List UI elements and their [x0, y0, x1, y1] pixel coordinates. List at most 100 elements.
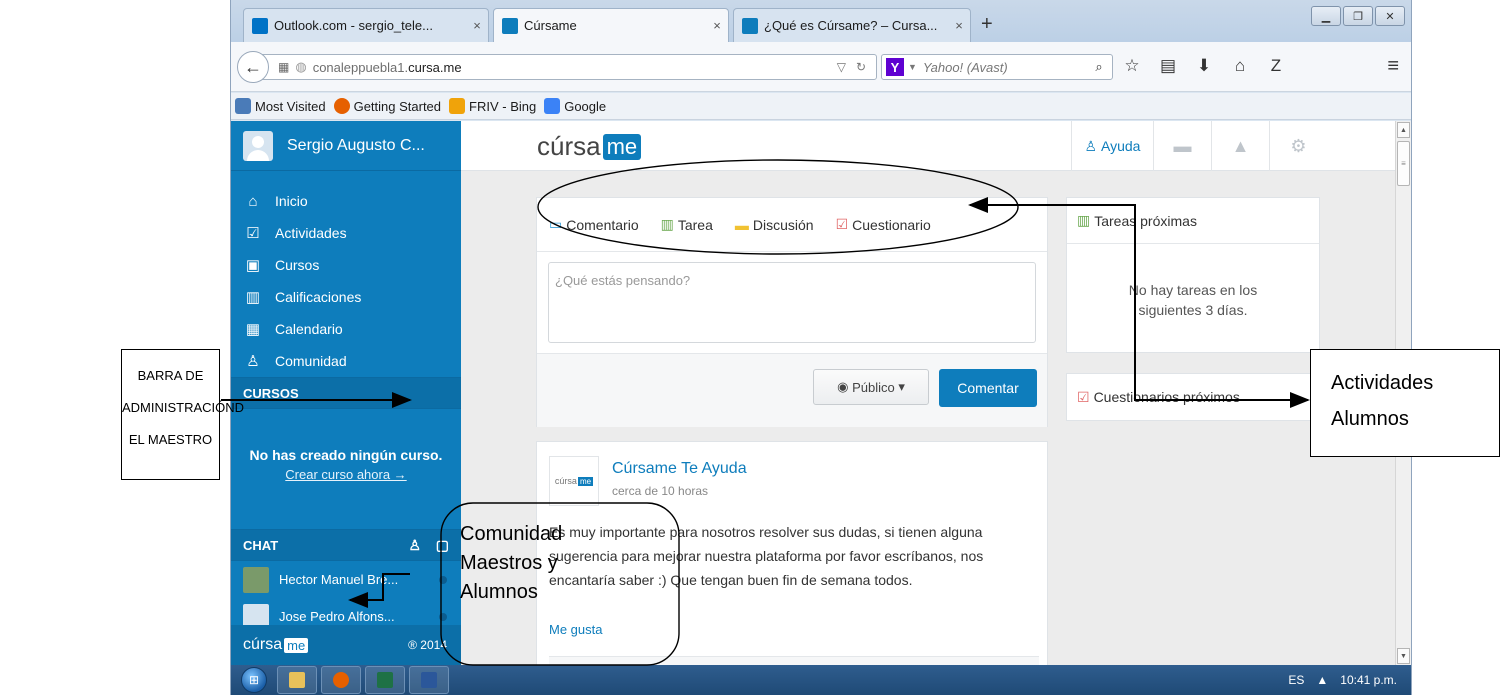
bookmark-star-icon[interactable]: ☆	[1121, 56, 1143, 76]
google-icon	[544, 98, 561, 114]
messages-icon[interactable]: ▬	[1153, 121, 1211, 171]
taskbar: ⊞ ES ▲ 10:41 p.m.	[231, 665, 1411, 695]
reload-icon[interactable]: ↻	[856, 60, 866, 74]
logo-text: cúrsa	[554, 476, 577, 486]
tab-bar: Outlook.com - sergio_tele... × Cúrsame ×…	[231, 0, 1411, 42]
sidebar-user[interactable]: Sergio Augusto C...	[231, 121, 461, 171]
sidebar-item-actividades[interactable]: ☑ Actividades	[231, 217, 461, 249]
visibility-dropdown[interactable]: ◉ Público ▾	[813, 369, 929, 405]
cursos-header: CURSOS	[231, 377, 461, 409]
scroll-up-icon[interactable]: ▲	[1397, 122, 1410, 138]
restore-icon[interactable]: ❐	[1343, 6, 1373, 26]
close-tab-icon[interactable]: ×	[948, 18, 970, 33]
clock[interactable]: 10:41 p.m.	[1340, 673, 1397, 687]
chevron-down-icon[interactable]: ▼	[908, 62, 917, 72]
close-tab-icon[interactable]: ×	[466, 18, 488, 33]
download-icon[interactable]: ⬇	[1193, 56, 1215, 76]
menu-icon[interactable]: ≡	[1387, 55, 1399, 78]
dropdown-icon[interactable]: ▽	[837, 60, 846, 74]
status-dot	[439, 612, 447, 621]
close-window-icon[interactable]: ✕	[1375, 6, 1405, 26]
bookmarks-bar: Most Visited Getting Started FRIV - Bing…	[231, 93, 1411, 120]
logo-text: cúrsa	[243, 636, 283, 653]
yahoo-icon: Y	[886, 58, 904, 76]
sidebar-item-calificaciones[interactable]: ▥ Calificaciones	[231, 281, 461, 313]
chat-item[interactable]: Hector Manuel Bre...	[231, 561, 461, 598]
taskbar-excel[interactable]	[365, 666, 405, 694]
gear-icon[interactable]: ⚙	[1269, 121, 1327, 171]
post-author[interactable]: Cúrsame Te Ayuda	[612, 460, 747, 478]
zotero-icon[interactable]: Z	[1265, 56, 1287, 76]
close-tab-icon[interactable]: ×	[706, 18, 728, 33]
sidebar-item-label: Comunidad	[275, 353, 347, 369]
back-button[interactable]: ←	[237, 51, 269, 83]
cursame-logo[interactable]: cúrsa me	[537, 131, 642, 162]
post-textarea[interactable]: ¿Qué estás pensando?	[548, 262, 1036, 343]
url-bar[interactable]: ▦ ◍ conaleppuebla1.cursa.me ▽ ↻	[257, 54, 877, 80]
toolbar-icons: ☆ ▤ ⬇ ⌂ Z	[1121, 56, 1287, 76]
logo-me: me	[602, 133, 642, 160]
search-icon[interactable]: ⌕	[1086, 59, 1112, 75]
bookmark-most-visited[interactable]: Most Visited	[235, 98, 326, 114]
bookmark-friv-bing[interactable]: FRIV - Bing	[449, 98, 536, 114]
excel-icon	[377, 672, 393, 688]
composer-tabs: ▭ Comentario ▥ Tarea ▬ Discusión ☑ Cuestiona…	[537, 198, 1047, 252]
chat-name: Hector Manuel Bre...	[279, 572, 399, 587]
cuestionarios-header: ☑ Cuestionarios próximos	[1067, 374, 1319, 420]
tab-tarea[interactable]: ▥ Tarea	[661, 216, 713, 233]
tab-que-es-cursame[interactable]: ¿Qué es Cúrsame? – Cursa... ×	[733, 8, 971, 42]
search-bar[interactable]: Y ▼ Yahoo! (Avast) ⌕	[881, 54, 1113, 80]
grid-icon[interactable]: ▦	[278, 60, 289, 74]
start-button[interactable]: ⊞	[231, 665, 277, 695]
copyright-year: ® 2014	[408, 638, 447, 652]
sidebar-item-inicio[interactable]: ⌂ Inicio	[231, 185, 461, 217]
logo-me: me	[284, 637, 309, 653]
expand-icon[interactable]: ▢	[436, 537, 449, 554]
sidebar-item-cursos[interactable]: ▣ Cursos	[231, 249, 461, 281]
annotation-actividades-alumnos: Actividades Alumnos	[1310, 349, 1500, 457]
bookmark-label: FRIV - Bing	[469, 98, 537, 114]
tareas-empty: No hay tareas en los siguientes 3 días.	[1128, 282, 1258, 318]
bookmark-label: Most Visited	[255, 98, 326, 114]
minimize-icon[interactable]: ▁	[1311, 6, 1341, 26]
tab-discusion[interactable]: ▬ Discusión	[735, 217, 814, 233]
taskbar-firefox[interactable]	[321, 666, 361, 694]
comentar-button[interactable]: Comentar	[939, 369, 1037, 407]
tray-arrow-icon[interactable]: ▲	[1316, 673, 1328, 687]
sidebar-item-comunidad[interactable]: ♙ Comunidad	[231, 345, 461, 377]
status-dot	[439, 575, 447, 584]
help-button[interactable]: ♙ Ayuda	[1071, 121, 1153, 171]
avatar	[243, 566, 269, 593]
tab-cursame[interactable]: Cúrsame ×	[493, 8, 729, 42]
tab-cuestionario[interactable]: ☑ Cuestionario	[836, 216, 931, 233]
language-indicator[interactable]: ES	[1288, 673, 1304, 687]
taskbar-explorer[interactable]	[277, 666, 317, 694]
system-tray: ES ▲ 10:41 p.m.	[1288, 673, 1411, 687]
scroll-thumb[interactable]: ≡	[1397, 141, 1410, 186]
book-icon: ▥	[1077, 212, 1091, 228]
url-text[interactable]: conaleppuebla1.cursa.me	[313, 60, 837, 75]
taskbar-word[interactable]	[409, 666, 449, 694]
scroll-down-icon[interactable]: ▼	[1397, 648, 1410, 664]
home-icon[interactable]: ⌂	[1229, 56, 1251, 76]
reading-list-icon[interactable]: ▤	[1157, 56, 1179, 76]
bookmark-google[interactable]: Google	[544, 98, 606, 114]
user-icon[interactable]: ♙	[408, 537, 421, 554]
sidebar-item-label: Inicio	[275, 193, 308, 209]
bing-icon	[449, 98, 466, 114]
new-tab-button[interactable]: +	[981, 14, 993, 34]
bookmark-getting-started[interactable]: Getting Started	[333, 98, 441, 114]
bell-icon[interactable]: ▲	[1211, 121, 1269, 171]
windows-logo-icon: ⊞	[241, 667, 267, 693]
sidebar-nav: ⌂ Inicio ☑ Actividades ▣ Cursos ▥ Calificaci…	[231, 171, 461, 377]
avatar	[243, 130, 273, 161]
tab-label: Outlook.com - sergio_tele...	[274, 18, 433, 33]
like-link[interactable]: Me gusta	[549, 622, 602, 637]
tab-comentario[interactable]: ▭ Comentario	[549, 216, 639, 233]
tab-label: ¿Qué es Cúrsame? – Cursa...	[764, 18, 938, 33]
comment-box[interactable]	[549, 656, 1039, 665]
sidebar-item-calendario[interactable]: ▦ Calendario	[231, 313, 461, 345]
sidebar-item-label: Actividades	[275, 225, 347, 241]
tab-outlook[interactable]: Outlook.com - sergio_tele... ×	[243, 8, 489, 42]
create-course-link[interactable]: Crear curso ahora →	[231, 467, 461, 482]
